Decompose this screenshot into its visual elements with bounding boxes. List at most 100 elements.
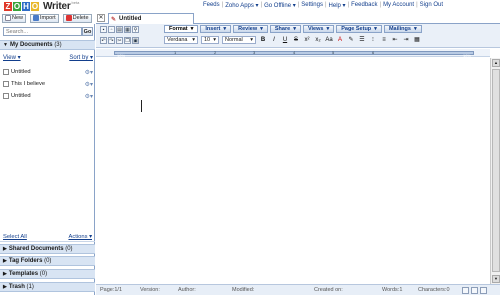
bold-button[interactable]: B [259,36,267,44]
nav-my-account[interactable]: My Account [381,2,416,9]
font-size-select[interactable]: 10 ▾ [201,36,219,44]
delete-icon [65,15,72,21]
tab-mailings[interactable]: Mailings ▾ [383,25,422,33]
chevron-down-icon: ▾ [293,26,296,32]
tab-label: Insert [205,26,221,32]
nav-go-offline[interactable]: Go Offline ▾ [262,2,298,9]
new-button[interactable]: New [2,13,27,23]
gear-icon[interactable]: ⚙▾ [85,69,93,76]
preview-icon[interactable]: ▦ [124,26,131,33]
document-name[interactable]: Untitled [11,93,31,99]
my-documents-label: My Documents [9,42,53,48]
checkbox[interactable] [3,69,9,75]
scroll-up-icon[interactable]: ▲ [492,59,500,67]
document-name[interactable]: This I believe [11,81,45,87]
nav-help[interactable]: Help ▾ [327,2,348,9]
paste-icon[interactable]: ▣ [132,37,139,44]
zoom-icon[interactable]: ⚲ [132,26,139,33]
checkbox[interactable] [3,93,9,99]
menu-tabs: Format ▾ Insert ▾ Review ▾ Share ▾ Views ▾ Pa… [164,25,422,33]
underline-button[interactable]: U [281,36,289,44]
gear-icon[interactable]: ⚙▾ [85,81,93,88]
paragraph-style-select[interactable]: Normal ▾ [222,36,256,44]
outdent-icon[interactable]: ⇤ [391,36,399,44]
select-all-link[interactable]: Select All [3,234,27,240]
tab-untitled[interactable]: ✎ Untitled [108,13,194,24]
close-icon[interactable]: ✕ [97,14,105,22]
save-icon[interactable]: ▪ [100,26,107,33]
print-icon[interactable]: ▤ [116,26,123,33]
tab-format[interactable]: Format ▾ [164,25,199,33]
words-status: Words:1 [382,287,402,293]
app-name: Writer [43,0,71,12]
section-label: Tag Folders [8,258,43,264]
nav-sign-out[interactable]: Sign Out [418,2,445,9]
logo-letter: O [13,1,21,11]
redo-icon[interactable]: ↷ [108,37,115,44]
edit-tools: ↶ ↷ ✂ ❐ ▣ [100,37,139,44]
nav-zoho-apps[interactable]: Zoho Apps ▾ [223,2,260,9]
nav-settings[interactable]: Settings [299,2,325,9]
text-color-icon[interactable]: A [336,36,344,44]
templates-header[interactable]: ▶ Templates (0) [0,269,95,279]
new-doc-icon [5,15,11,21]
tag-folders-header[interactable]: ▶ Tag Folders (0) [0,256,95,266]
table-icon[interactable]: ▦ [413,36,421,44]
my-documents-header[interactable]: ▼ My Documents (3) [0,40,95,50]
go-button[interactable]: Go [82,27,93,36]
subscript-icon[interactable]: x₂ [314,36,322,44]
list-item[interactable]: This I believe ⚙▾ [3,78,93,90]
expand-arrow-icon: ▶ [3,246,7,252]
superscript-icon[interactable]: x² [303,36,311,44]
expand-arrow-icon: ▶ [3,258,7,264]
trash-header[interactable]: ▶ Trash (1) [0,282,95,292]
tab-review[interactable]: Review ▾ [233,25,268,33]
checkbox[interactable] [3,81,9,87]
indent-icon[interactable]: ⇥ [402,36,410,44]
search-input[interactable]: Search... [3,27,82,36]
format-toolbar: Verdana ▾ 10 ▾ Normal ▾ B I U S x² x₂ Aa A … [164,36,421,44]
strikethrough-button[interactable]: S [292,36,300,44]
font-family-select[interactable]: Verdana ▾ [164,36,198,44]
sort-by-menu[interactable]: Sort by ▾ [69,54,93,61]
print-layout-icon[interactable] [462,287,469,294]
import-button[interactable]: Import [30,13,59,23]
document-list: Untitled ⚙▾ This I believe ⚙▾ Untitled ⚙… [3,66,93,102]
numbered-list-icon[interactable]: ≡ [380,36,388,44]
expand-arrow-icon: ▶ [3,271,7,277]
list-item[interactable]: Untitled ⚙▾ [3,90,93,102]
web-layout-icon[interactable] [471,287,478,294]
highlight-icon[interactable]: ✎ [347,36,355,44]
tab-share[interactable]: Share ▾ [269,25,301,33]
scroll-thumb[interactable] [492,69,500,272]
actions-menu[interactable]: Actions ▾ [68,234,92,240]
font-case-icon[interactable]: Aa [325,36,333,44]
fullscreen-icon[interactable] [480,287,487,294]
cut-icon[interactable]: ✂ [116,37,123,44]
shared-documents-header[interactable]: ▶ Shared Documents (0) [0,244,95,254]
select-actions-bar: Select All Actions ▾ [0,232,95,242]
tab-label: Format [169,26,188,32]
tab-insert[interactable]: Insert ▾ [200,25,232,33]
scroll-down-icon[interactable]: ▼ [492,275,500,283]
save-as-icon[interactable]: ▫ [108,26,115,33]
undo-icon[interactable]: ↶ [100,37,107,44]
tab-views[interactable]: Views ▾ [302,25,335,33]
style-value: Normal [225,37,243,43]
characters-status: Characters:0 [418,287,450,293]
view-menu[interactable]: View ▾ [3,54,21,61]
copy-icon[interactable]: ❐ [124,37,131,44]
document-name[interactable]: Untitled [11,69,31,75]
gear-icon[interactable]: ⚙▾ [85,93,93,100]
nav-feeds[interactable]: Feeds [201,2,222,9]
bullet-list-icon[interactable]: ⁝ [369,36,377,44]
document-editor[interactable] [96,58,490,284]
align-left-icon[interactable]: ☰ [358,36,366,44]
delete-button[interactable]: Delete [62,13,92,23]
document-toolbar: New Import Delete [0,12,95,24]
nav-feedback[interactable]: Feedback [349,2,379,9]
vertical-scrollbar[interactable]: ▲ ▼ [490,58,500,284]
list-item[interactable]: Untitled ⚙▾ [3,66,93,78]
tab-page-setup[interactable]: Page Setup ▾ [336,25,382,33]
italic-button[interactable]: I [270,36,278,44]
